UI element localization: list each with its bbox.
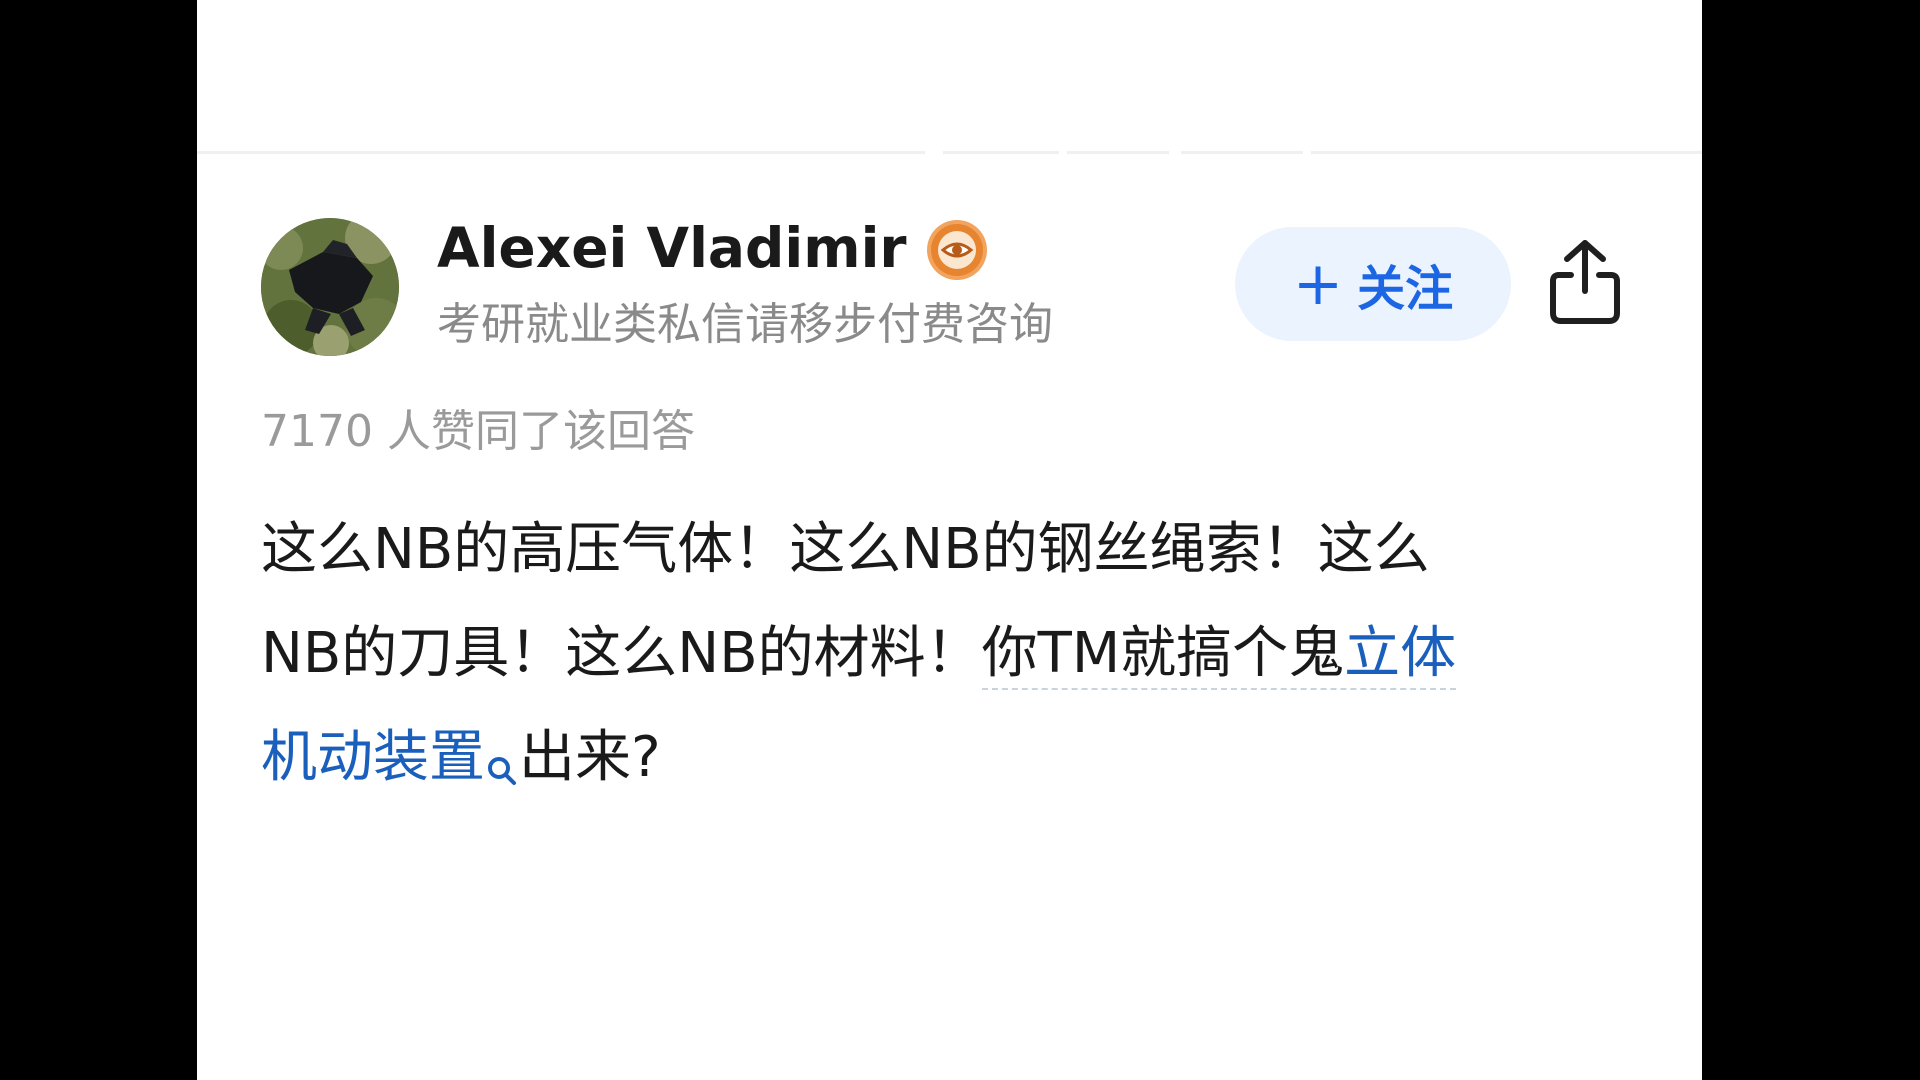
- answer-screen: Alexei Vladimir 考研就业类私信请移步付费咨询 + 关注 7170…: [197, 0, 1702, 1080]
- answer-text: 你TM就搞个鬼: [981, 621, 1345, 686]
- answer-line: NB的刀具！这么NB的材料！你TM就搞个鬼立体: [261, 602, 1641, 706]
- answer-line: 这么NB的高压气体！这么NB的钢丝绳索！这么: [261, 517, 1430, 582]
- follow-label: 关注: [1357, 261, 1454, 317]
- search-icon[interactable]: [485, 718, 519, 785]
- share-icon[interactable]: [1547, 237, 1623, 327]
- answer-text: 出来?: [519, 725, 661, 790]
- search-link[interactable]: 立体: [1344, 621, 1456, 686]
- header-divider: [197, 151, 1702, 154]
- vote-count: 7170 人赞同了该回答: [261, 406, 695, 457]
- answer-body: 这么NB的高压气体！这么NB的钢丝绳索！这么 NB的刀具！这么NB的材料！你TM…: [261, 498, 1641, 810]
- author-name[interactable]: Alexei Vladimir: [437, 215, 907, 281]
- avatar[interactable]: [261, 218, 399, 356]
- highlighted-text[interactable]: 你TM就搞个鬼立体: [981, 621, 1457, 690]
- search-link[interactable]: 机动装置: [261, 725, 485, 790]
- answer-text: NB的刀具！这么NB的材料！: [261, 621, 982, 686]
- author-bio: 考研就业类私信请移步付费咨询: [437, 299, 1053, 350]
- answer-line: 机动装置 出来?: [261, 706, 1641, 810]
- plus-icon: +: [1292, 249, 1344, 319]
- eye-badge-icon: [925, 218, 989, 282]
- author-row: Alexei Vladimir 考研就业类私信请移步付费咨询 + 关注: [261, 215, 1702, 360]
- follow-button[interactable]: + 关注: [1235, 227, 1511, 341]
